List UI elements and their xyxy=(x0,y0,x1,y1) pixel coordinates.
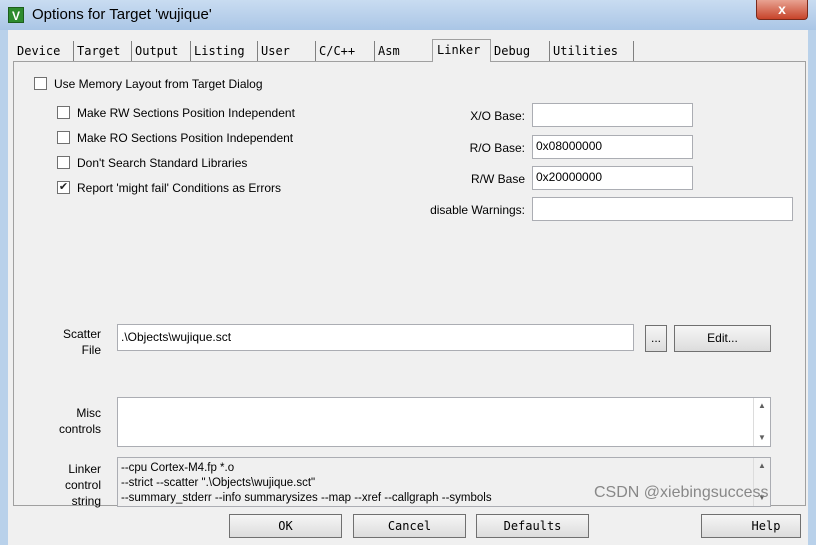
xo-base-label: X/O Base: xyxy=(470,109,525,123)
scroll-up-arrow-icon[interactable]: ▲ xyxy=(754,398,770,414)
xo-base-input[interactable] xyxy=(532,103,693,127)
ro-position-independent-checkbox[interactable] xyxy=(57,131,70,144)
scatter-file-label-line1: Scatter xyxy=(62,327,101,341)
tab-user[interactable]: User xyxy=(258,41,316,61)
ro-position-independent-option[interactable]: Make RO Sections Position Independent xyxy=(57,130,357,146)
tab-device[interactable]: Device xyxy=(14,41,74,61)
dont-search-std-libs-option[interactable]: Don't Search Standard Libraries xyxy=(57,155,357,171)
tab-output[interactable]: Output xyxy=(132,41,191,61)
ok-button[interactable]: OK xyxy=(229,514,342,538)
disable-warnings-label: disable Warnings: xyxy=(430,203,525,217)
title-bar: V Options for Target 'wujique' x xyxy=(0,0,816,30)
keil-uvision-icon: V xyxy=(8,7,24,23)
scroll-down-arrow-icon[interactable]: ▼ xyxy=(754,430,770,446)
close-button[interactable]: x xyxy=(756,0,808,20)
window-title: Options for Target 'wujique' xyxy=(32,6,212,23)
csdn-watermark: CSDN @xiebingsuccess xyxy=(594,484,769,501)
report-might-fail-checkbox[interactable]: ✔ xyxy=(57,181,70,194)
dont-search-std-libs-label: Don't Search Standard Libraries xyxy=(77,156,248,170)
scroll-up-arrow-icon[interactable]: ▲ xyxy=(754,458,770,474)
tab-target[interactable]: Target xyxy=(74,41,132,61)
use-memory-layout-checkbox[interactable] xyxy=(34,77,47,90)
help-button[interactable]: Help xyxy=(701,514,801,538)
tab-c-cpp[interactable]: C/C++ xyxy=(316,41,375,61)
scatter-file-label-line2: File xyxy=(81,343,101,357)
rw-base-input[interactable]: 0x20000000 xyxy=(532,166,693,190)
dont-search-std-libs-checkbox[interactable] xyxy=(57,156,70,169)
misc-controls-textarea[interactable]: ▲ ▼ xyxy=(117,397,771,447)
linker-control-line: --summary_stderr --info summarysizes --m… xyxy=(121,492,492,504)
scatter-file-input[interactable]: .\Objects\wujique.sct xyxy=(117,324,634,351)
linker-control-string-label: Linker control string xyxy=(44,461,101,509)
rw-base-label: R/W Base xyxy=(470,172,525,186)
misc-controls-label-line2: controls xyxy=(58,422,101,436)
disable-warnings-input[interactable] xyxy=(532,197,793,221)
scatter-file-browse-button[interactable]: ... xyxy=(645,325,667,352)
report-might-fail-label: Report 'might fail' Conditions as Errors xyxy=(77,181,281,195)
use-memory-layout-label: Use Memory Layout from Target Dialog xyxy=(54,77,263,91)
linker-control-label-line2: control xyxy=(64,478,101,492)
ro-position-independent-label: Make RO Sections Position Independent xyxy=(77,131,294,145)
misc-controls-label-line1: Misc xyxy=(76,406,101,420)
tab-debug[interactable]: Debug xyxy=(491,41,550,61)
rw-position-independent-label: Make RW Sections Position Independent xyxy=(77,106,295,120)
ro-base-label: R/O Base: xyxy=(469,141,525,155)
defaults-button[interactable]: Defaults xyxy=(476,514,589,538)
linker-control-line: --strict --scatter ".\Objects\wujique.sc… xyxy=(121,477,316,489)
misc-controls-label: Misc controls xyxy=(44,405,101,437)
cancel-button[interactable]: Cancel xyxy=(353,514,466,538)
report-might-fail-option[interactable]: ✔ Report 'might fail' Conditions as Erro… xyxy=(57,180,357,196)
use-memory-layout-option[interactable]: Use Memory Layout from Target Dialog xyxy=(34,76,334,92)
ro-base-input[interactable]: 0x08000000 xyxy=(532,135,693,159)
linker-control-line: --cpu Cortex-M4.fp *.o xyxy=(121,462,235,474)
scatter-file-edit-button[interactable]: Edit... xyxy=(674,325,771,352)
tab-asm[interactable]: Asm xyxy=(375,41,432,61)
linker-control-label-line3: string xyxy=(71,494,101,508)
tab-strip: Device Target Output Listing User C/C++ … xyxy=(8,39,808,62)
dialog-client-area: Device Target Output Listing User C/C++ … xyxy=(8,30,808,545)
linker-control-label-line1: Linker xyxy=(68,462,101,476)
rw-position-independent-checkbox[interactable] xyxy=(57,106,70,119)
tab-listing[interactable]: Listing xyxy=(191,41,258,61)
tab-linker[interactable]: Linker xyxy=(432,39,491,62)
misc-controls-scrollbar[interactable]: ▲ ▼ xyxy=(753,398,770,446)
linker-panel: Use Memory Layout from Target Dialog Mak… xyxy=(13,61,806,509)
tab-utilities[interactable]: Utilities xyxy=(550,41,634,61)
scatter-file-label: Scatter File xyxy=(44,326,101,358)
rw-position-independent-option[interactable]: Make RW Sections Position Independent xyxy=(57,105,357,121)
